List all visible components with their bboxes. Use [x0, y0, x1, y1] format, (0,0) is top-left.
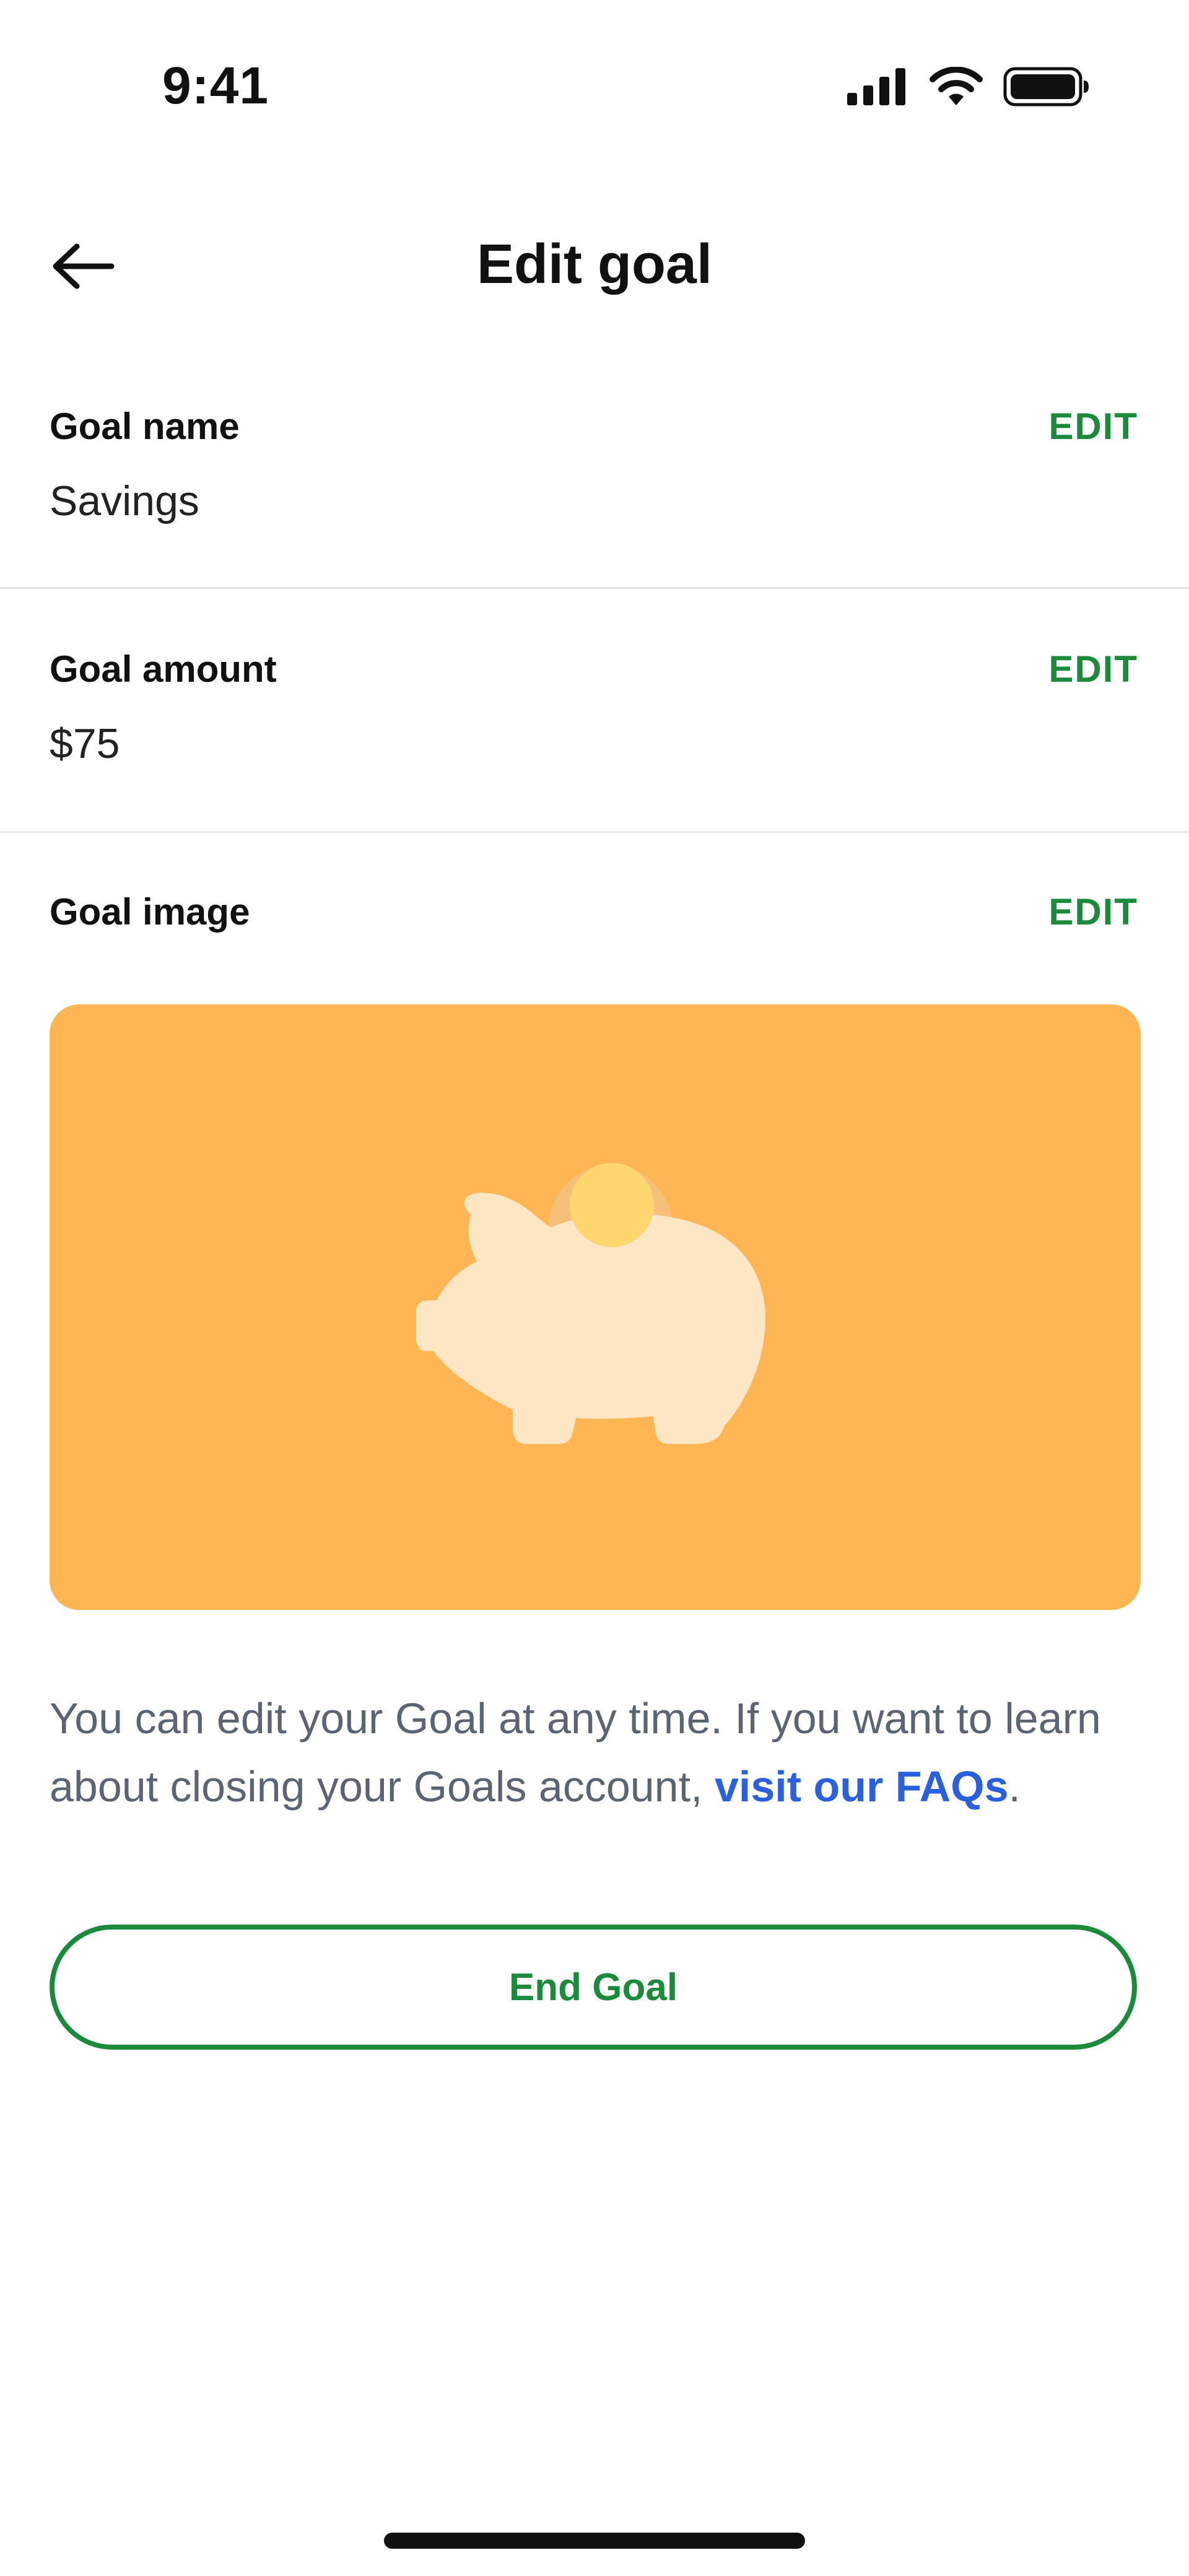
wifi-icon [930, 67, 983, 105]
goal-image-section: Goal image EDIT [0, 882, 1189, 956]
status-icons [847, 67, 1090, 107]
goal-amount-value: $75 [50, 720, 120, 767]
edit-goal-amount-button[interactable]: EDIT [1048, 648, 1138, 690]
home-indicator [384, 2533, 805, 2549]
divider [0, 587, 1189, 589]
goal-name-section: Goal name EDIT Savings [0, 396, 1189, 588]
signal-icon [847, 68, 905, 105]
goal-name-label: Goal name [50, 406, 240, 447]
piggy-bank-icon [416, 1163, 765, 1444]
info-text: You can edit your Goal at any time. If y… [50, 1684, 1152, 1821]
header: Edit goal [0, 186, 1189, 347]
status-bar: 9:41 [0, 0, 1189, 161]
edit-goal-image-button[interactable]: EDIT [1048, 890, 1138, 933]
edit-goal-name-button[interactable]: EDIT [1048, 405, 1138, 448]
goal-image-label: Goal image [50, 891, 250, 933]
battery-icon [1003, 67, 1089, 107]
status-time: 9:41 [162, 56, 269, 115]
end-goal-button[interactable]: End Goal [50, 1925, 1137, 2050]
goal-name-value: Savings [50, 477, 199, 524]
page-title: Edit goal [477, 233, 712, 295]
info-text-suffix: . [1008, 1762, 1021, 1811]
goal-amount-label: Goal amount [50, 648, 277, 690]
goal-image-card [50, 1004, 1141, 1610]
faq-link[interactable]: visit our FAQs [715, 1762, 1009, 1811]
goal-amount-section: Goal amount EDIT $75 [0, 639, 1189, 831]
divider [0, 831, 1189, 833]
